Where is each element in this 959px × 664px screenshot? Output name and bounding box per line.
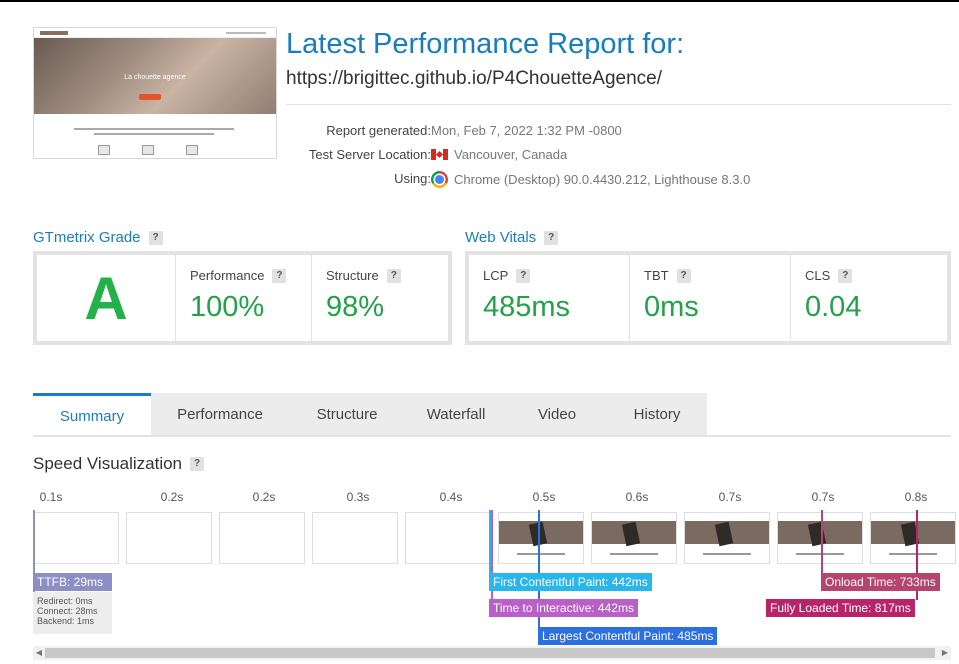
flag-canada-icon	[431, 149, 448, 160]
performance-cell: Performance ? 100%	[175, 255, 311, 341]
horizontal-scrollbar[interactable]: ◀ ▶	[33, 646, 951, 660]
help-icon[interactable]: ?	[838, 268, 853, 283]
filmstrip-frame[interactable]	[498, 512, 584, 564]
performance-value: 100%	[190, 291, 265, 323]
cls-cell: CLS ? 0.04	[790, 255, 947, 341]
meta-value: Chrome (Desktop) 90.0.4430.212, Lighthou…	[431, 171, 750, 188]
fully-loaded-marker[interactable]: Fully Loaded Time: 817ms	[766, 599, 915, 617]
tbt-cell: TBT ? 0ms	[629, 255, 790, 341]
thumbnail-nav	[34, 28, 276, 38]
cls-value: 0.04	[805, 291, 862, 323]
cls-label: CLS ?	[805, 268, 853, 283]
filmstrip-frame[interactable]	[312, 512, 398, 564]
ttfb-marker[interactable]: TTFB: 29ms	[33, 573, 112, 591]
lcp-label: LCP ?	[483, 268, 531, 283]
meta-value: Mon, Feb 7, 2022 1:32 PM -0800	[431, 123, 622, 138]
thumbnail-logo	[40, 31, 68, 35]
lcp-value: 485ms	[483, 291, 571, 323]
grade-cell: A	[37, 255, 175, 341]
timeline-tick: 0.4s	[439, 490, 463, 504]
tab-performance[interactable]: Performance	[151, 393, 289, 436]
page-screenshot-thumbnail[interactable]: La chouette agence	[33, 27, 277, 159]
speed-visualization-title: Speed Visualization ?	[33, 454, 205, 474]
onload-marker[interactable]: Onload Time: 733ms	[821, 573, 940, 591]
filmstrip-frame[interactable]	[591, 512, 677, 564]
filmstrip-frame[interactable]	[870, 512, 956, 564]
report-url[interactable]: https://brigittec.github.io/P4ChouetteAg…	[286, 68, 662, 90]
scroll-left-icon[interactable]: ◀	[33, 646, 45, 660]
ttfb-detail-connect: Connect: 28ms	[37, 606, 98, 616]
grade-letter: A	[84, 264, 128, 332]
structure-cell: Structure ? 98%	[311, 255, 448, 341]
lcp-marker[interactable]: Largest Contentful Paint: 485ms	[538, 627, 718, 645]
thumbnail-feature-icon	[142, 145, 154, 155]
help-icon[interactable]: ?	[544, 230, 559, 245]
ttfb-detail-redirect: Redirect: 0ms	[37, 596, 93, 606]
ttfb-details: Redirect: 0ms Connect: 28ms Backend: 1ms	[33, 592, 112, 634]
tabs-divider	[33, 435, 951, 437]
report-title: Latest Performance Report for:	[286, 28, 685, 60]
meta-label: Report generated:	[326, 123, 431, 138]
tti-marker[interactable]: Time to Interactive: 442ms	[489, 599, 638, 617]
gtmetrix-grade-title: GTmetrix Grade ?	[33, 229, 163, 246]
scrollbar-thumb[interactable]	[45, 648, 935, 658]
meta-server-location: Test Server Location: Vancouver, Canada	[286, 147, 886, 167]
help-icon[interactable]: ?	[516, 268, 531, 283]
web-vitals-box: LCP ? 485ms TBT ? 0ms CLS ? 0.04	[465, 251, 951, 345]
thumbnail-text-line	[74, 128, 234, 130]
thumbnail-nav-links	[226, 32, 266, 34]
thumbnail-feature-icon	[186, 145, 198, 155]
timeline-tick: 0.8s	[904, 490, 928, 504]
tab-summary[interactable]: Summary	[33, 393, 151, 436]
filmstrip-frame[interactable]	[777, 512, 863, 564]
tbt-label: TBT ?	[644, 268, 691, 283]
top-border	[0, 0, 959, 2]
meta-label: Test Server Location:	[308, 147, 431, 162]
performance-label: Performance ?	[190, 268, 287, 283]
timeline-tick: 0.7s	[718, 490, 742, 504]
meta-report-generated: Report generated: Mon, Feb 7, 2022 1:32 …	[286, 123, 886, 143]
meta-value: Vancouver, Canada	[431, 147, 567, 162]
timeline-tick: 0.6s	[625, 490, 649, 504]
filmstrip-frame[interactable]	[405, 512, 491, 564]
filmstrip-frame[interactable]	[126, 512, 212, 564]
timeline-tick: 0.2s	[252, 490, 276, 504]
thumbnail-text-line	[94, 133, 214, 135]
ttfb-detail-backend: Backend: 1ms	[37, 616, 95, 626]
filmstrip-frame[interactable]	[684, 512, 770, 564]
help-icon[interactable]: ?	[386, 268, 401, 283]
scroll-right-icon[interactable]: ▶	[939, 646, 951, 660]
tab-waterfall[interactable]: Waterfall	[405, 393, 507, 436]
meta-using: Using: Chrome (Desktop) 90.0.4430.212, L…	[286, 171, 886, 191]
gtmetrix-grade-box: A Performance ? 100% Structure ? 98%	[33, 251, 452, 345]
timeline-tick: 0.2s	[160, 490, 184, 504]
web-vitals-title: Web Vitals ?	[465, 229, 559, 246]
chrome-icon	[431, 171, 448, 188]
timeline-tick: 0.1s	[39, 490, 63, 504]
help-icon[interactable]: ?	[190, 457, 205, 471]
help-icon[interactable]: ?	[148, 230, 163, 245]
tab-structure[interactable]: Structure	[289, 393, 405, 436]
thumbnail-hero-button	[139, 94, 161, 100]
report-tabs: Summary Performance Structure Waterfall …	[33, 393, 707, 436]
meta-label: Using:	[394, 171, 431, 186]
thumbnail-feature-icon	[98, 145, 110, 155]
structure-label: Structure ?	[326, 268, 401, 283]
thumbnail-hero-title: La chouette agence	[124, 74, 186, 81]
tbt-value: 0ms	[644, 291, 699, 323]
structure-value: 98%	[326, 291, 385, 323]
header-divider	[286, 104, 951, 105]
help-icon[interactable]: ?	[676, 268, 691, 283]
fcp-marker[interactable]: First Contentful Paint: 442ms	[489, 573, 652, 591]
tab-history[interactable]: History	[607, 393, 707, 436]
timeline-tick: 0.7s	[811, 490, 835, 504]
filmstrip-frame[interactable]	[33, 512, 119, 564]
timeline-tick: 0.5s	[532, 490, 556, 504]
timeline-tick: 0.3s	[346, 490, 370, 504]
filmstrip-frame[interactable]	[219, 512, 305, 564]
help-icon[interactable]: ?	[272, 268, 287, 283]
onload-line	[821, 510, 823, 576]
tab-video[interactable]: Video	[507, 393, 607, 436]
lcp-cell: LCP ? 485ms	[469, 255, 629, 341]
